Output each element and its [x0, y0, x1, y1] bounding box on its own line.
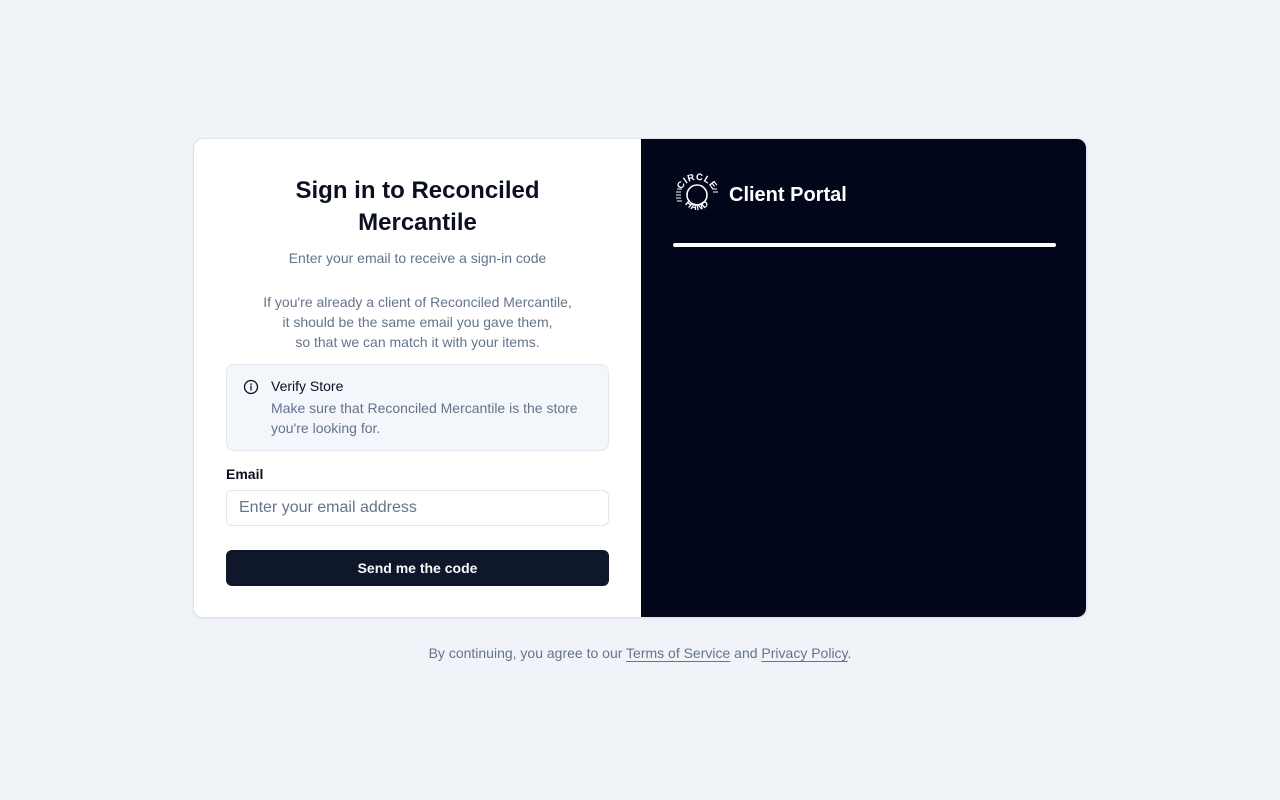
svg-text:HAND: HAND: [683, 198, 710, 212]
footer-middle: and: [730, 645, 762, 661]
alert-description: Make sure that Reconciled Mercantile is …: [271, 400, 578, 436]
note-line: so that we can match it with your items.: [295, 334, 540, 350]
brand-header: CIRCLE HAND Client Portal: [673, 171, 1056, 219]
page-title: Sign in to Reconciled Mercantile: [295, 177, 540, 236]
terms-of-service-link[interactable]: Terms of Service: [626, 645, 730, 661]
svg-text:CIRCLE: CIRCLE: [675, 172, 719, 192]
email-input[interactable]: [226, 490, 609, 526]
legal-footer: By continuing, you agree to our Terms of…: [0, 643, 1280, 663]
portal-title: Client Portal: [729, 183, 847, 206]
signin-panel: Sign in to Reconciled Mercantile Enter y…: [194, 139, 641, 617]
note-line: If you're already a client of Reconciled…: [263, 294, 572, 310]
circle-hand-logo-icon: CIRCLE HAND: [675, 172, 719, 213]
send-code-button[interactable]: Send me the code: [226, 550, 609, 586]
brand-divider: [673, 243, 1056, 247]
brand-panel: CIRCLE HAND Client Portal: [641, 139, 1086, 617]
email-label: Email: [226, 466, 264, 482]
client-email-note: If you're already a client of Reconciled…: [226, 292, 609, 352]
info-circle-icon: [243, 379, 259, 395]
footer-suffix: .: [847, 645, 852, 661]
page-subtitle: Enter your email to receive a sign-in co…: [288, 250, 547, 266]
footer-prefix: By continuing, you agree to our: [428, 645, 627, 661]
alert-title: Verify Store: [271, 378, 344, 394]
verify-store-alert: Verify Store Make sure that Reconciled M…: [226, 364, 609, 451]
signin-card: Sign in to Reconciled Mercantile Enter y…: [193, 138, 1087, 618]
privacy-policy-link[interactable]: Privacy Policy: [761, 645, 847, 661]
note-line: it should be the same email you gave the…: [282, 314, 553, 330]
